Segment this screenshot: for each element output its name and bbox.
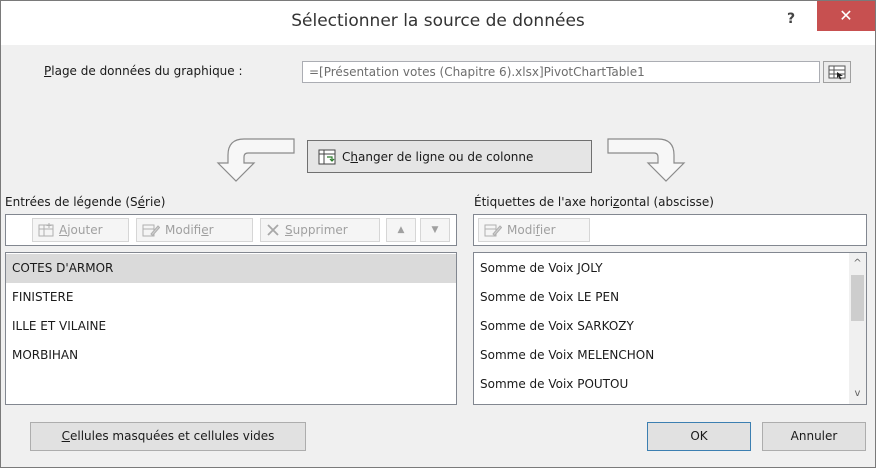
edit-icon bbox=[484, 223, 502, 237]
series-list[interactable]: COTES D'ARMOR FINISTERE ILLE ET VILAINE … bbox=[5, 252, 457, 405]
title-bar: Sélectionner la source de données ? ✕ bbox=[1, 1, 875, 45]
move-down-button[interactable]: ▼ bbox=[420, 218, 450, 242]
switch-label-accel: h bbox=[350, 149, 358, 164]
series-item-finistere[interactable]: FINISTERE bbox=[6, 283, 456, 312]
edit-icon bbox=[142, 223, 160, 237]
legend-entries-heading: Entrées de légende (Série) bbox=[5, 195, 165, 209]
edit-label-accel: e bbox=[201, 223, 209, 237]
categories-scrollbar[interactable]: ^ v bbox=[849, 253, 866, 404]
data-range-input[interactable]: =[Présentation votes (Chapitre 6).xlsx]P… bbox=[302, 61, 820, 83]
series-item-cotes-d-armor[interactable]: COTES D'ARMOR bbox=[6, 254, 456, 283]
scrollbar-thumb[interactable] bbox=[851, 275, 864, 321]
axis-labels-heading: Étiquettes de l'axe horizontal (abscisse… bbox=[474, 195, 714, 209]
delete-label: upprimer bbox=[292, 223, 348, 237]
switch-label-b: anger de ligne ou de colonne bbox=[358, 149, 534, 164]
add-label-accel: A bbox=[59, 223, 68, 237]
data-range-label-text: lage de données du graphique : bbox=[51, 64, 243, 78]
category-item[interactable]: Somme de Voix MELENCHON bbox=[474, 341, 849, 370]
hidden-empty-cells-button[interactable]: Cellules masquées et cellules vides bbox=[30, 422, 306, 451]
legend-heading-b: rie) bbox=[145, 195, 166, 209]
add-series-button[interactable]: Ajouter bbox=[32, 218, 129, 242]
categories-toolbar: Modi f ier bbox=[473, 214, 867, 246]
delete-series-button[interactable]: Supprimer bbox=[260, 218, 380, 242]
category-item[interactable]: Somme de Voix SARKOZY bbox=[474, 312, 849, 341]
cat-edit-label-a: Modi bbox=[507, 223, 536, 237]
scroll-down-icon[interactable]: v bbox=[849, 385, 866, 402]
left-curved-arrow-icon bbox=[216, 138, 295, 182]
switch-row-column-label: Changer de ligne ou de colonne bbox=[342, 150, 533, 164]
series-item-morbihan[interactable]: MORBIHAN bbox=[6, 341, 456, 370]
category-item[interactable]: Somme de Voix JOLY bbox=[474, 254, 849, 283]
move-up-icon: ▲ bbox=[397, 225, 405, 235]
close-button[interactable]: ✕ bbox=[817, 1, 875, 31]
add-label: jouter bbox=[67, 223, 103, 237]
edit-label-a: Modifi bbox=[165, 223, 202, 237]
switch-row-column-button[interactable]: Changer de ligne ou de colonne bbox=[307, 140, 592, 173]
series-toolbar: Ajouter Modifi e r Supprimer ▲ ▼ bbox=[5, 214, 457, 246]
cancel-button[interactable]: Annuler bbox=[762, 422, 866, 451]
hidden-cells-accel: C bbox=[61, 429, 70, 443]
categories-list[interactable]: Somme de Voix JOLY Somme de Voix LE PEN … bbox=[473, 252, 867, 405]
dialog-title: Sélectionner la source de données bbox=[291, 11, 585, 31]
select-data-source-dialog: Sélectionner la source de données ? ✕ Pl… bbox=[0, 0, 876, 468]
edit-label-b: r bbox=[208, 223, 214, 237]
range-select-icon bbox=[828, 65, 846, 80]
hidden-cells-label: ellules masquées et cellules vides bbox=[69, 429, 275, 443]
cat-edit-label-b: ier bbox=[539, 223, 556, 237]
delete-x-icon bbox=[266, 223, 280, 237]
axis-heading-a: Étiquettes de l'axe hori bbox=[474, 195, 614, 209]
delete-label-accel: S bbox=[285, 223, 293, 237]
switch-row-column-icon bbox=[318, 149, 336, 164]
legend-heading-accel: é bbox=[137, 195, 146, 209]
category-item[interactable]: Somme de Voix LE PEN bbox=[474, 283, 849, 312]
collapse-range-button[interactable] bbox=[823, 61, 851, 83]
series-item-ille-et-vilaine[interactable]: ILLE ET VILAINE bbox=[6, 312, 456, 341]
right-curved-arrow-icon bbox=[607, 138, 686, 182]
add-icon bbox=[38, 223, 54, 237]
move-down-icon: ▼ bbox=[431, 225, 439, 235]
edit-categories-button[interactable]: Modi f ier bbox=[478, 218, 590, 242]
edit-series-button[interactable]: Modifi e r bbox=[136, 218, 253, 242]
scroll-up-icon[interactable]: ^ bbox=[849, 255, 866, 272]
data-range-label: Plage de données du graphique : bbox=[44, 64, 243, 78]
legend-heading-a: Entrées de légende (S bbox=[5, 195, 138, 209]
category-item[interactable]: Somme de Voix POUTOU bbox=[474, 370, 849, 399]
help-button[interactable]: ? bbox=[774, 5, 808, 33]
axis-heading-b: ontal (abscisse) bbox=[619, 195, 714, 209]
ok-button[interactable]: OK bbox=[647, 422, 751, 451]
move-up-button[interactable]: ▲ bbox=[386, 218, 416, 242]
